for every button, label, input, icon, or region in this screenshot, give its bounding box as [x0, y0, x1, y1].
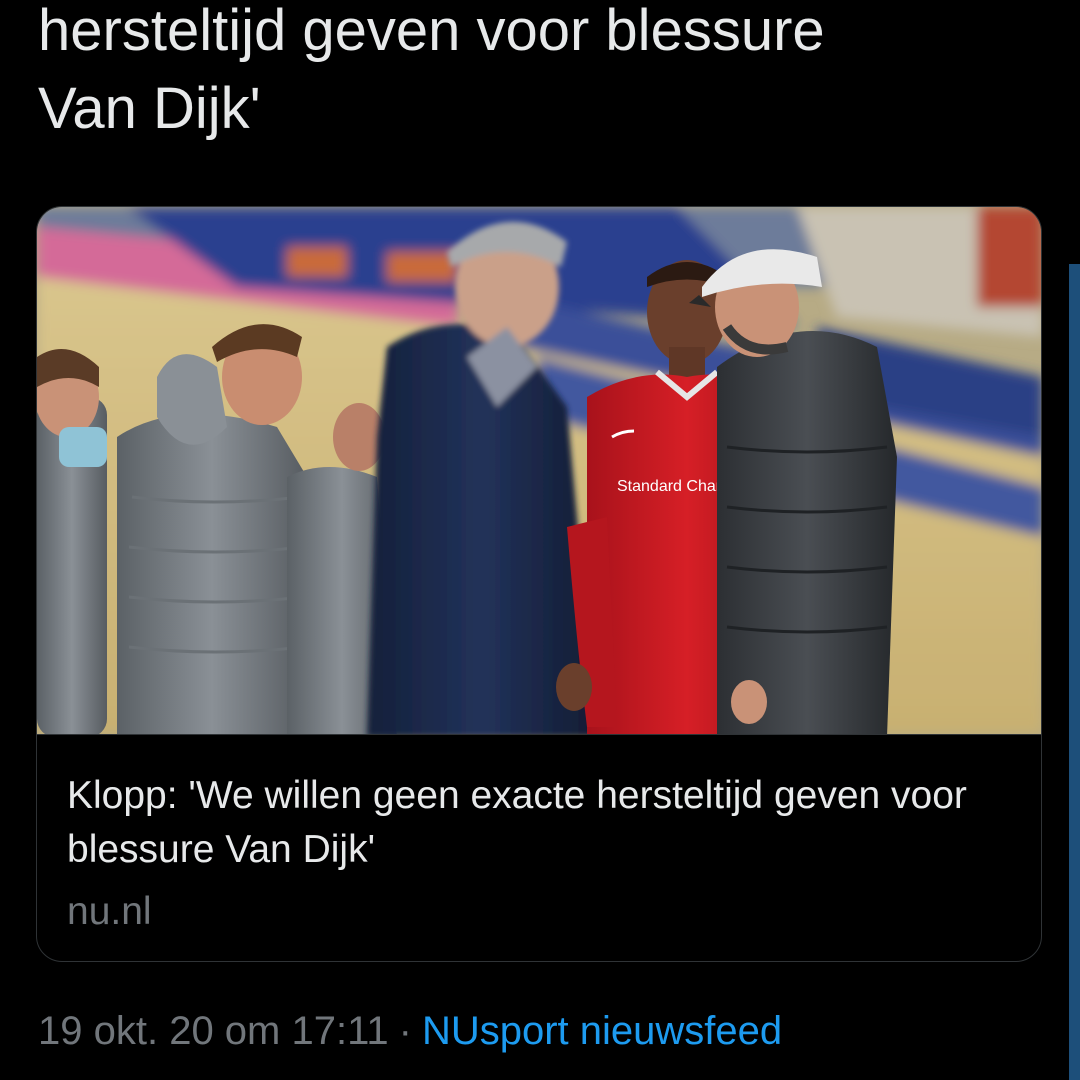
tweet-source-link[interactable]: NUsport nieuwsfeed: [422, 1009, 782, 1053]
meta-separator: ·: [398, 1009, 412, 1053]
card-image[interactable]: Standard Chartered: [37, 207, 1042, 734]
tweet-meta: 19 okt. 20 om 17:11 · NUsport nieuwsfeed: [38, 1004, 782, 1058]
card-footer[interactable]: Klopp: 'We willen geen exacte hersteltij…: [37, 734, 1041, 961]
tweet-timestamp[interactable]: 19 okt. 20 om 17:11: [38, 1009, 389, 1053]
card-title[interactable]: Klopp: 'We willen geen exacte hersteltij…: [67, 769, 1017, 877]
tweet-text: hersteltijd geven voor blessure Van Dijk…: [38, 0, 825, 141]
link-preview-card[interactable]: Standard Chartered Klopp: 'We willen gee…: [36, 206, 1042, 962]
card-domain: nu.nl: [67, 890, 152, 933]
scrollbar[interactable]: [1069, 264, 1080, 1080]
